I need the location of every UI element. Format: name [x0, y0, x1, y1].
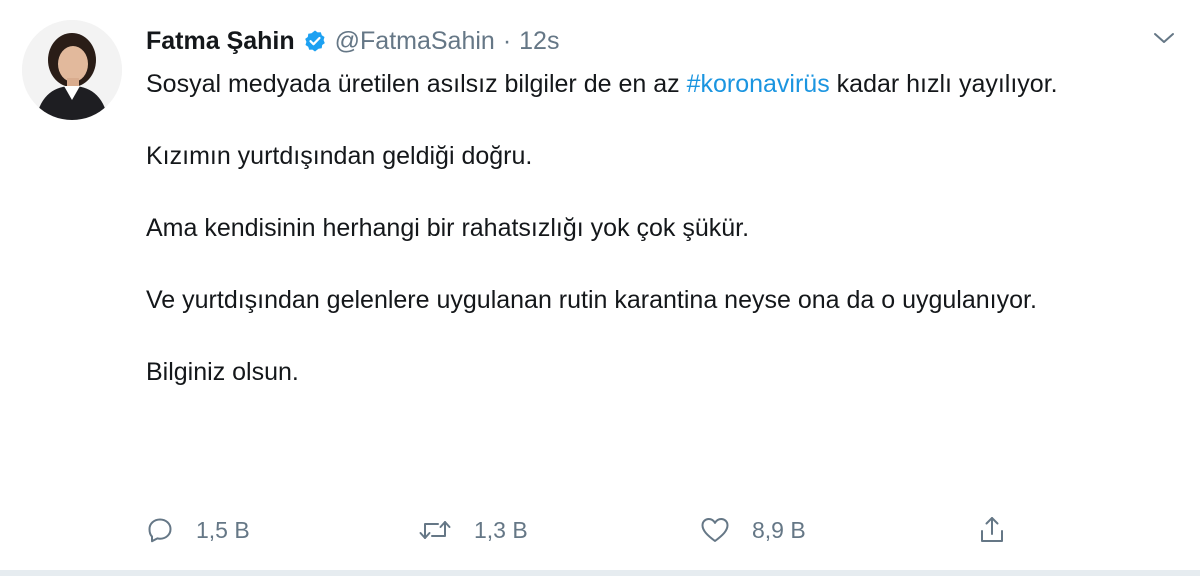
like-count: 8,9 B	[752, 516, 806, 543]
divider	[0, 570, 1200, 576]
tweet-paragraph-2: Kızımın yurtdışından geldiği doğru.	[146, 142, 533, 170]
avatar-image	[22, 20, 122, 120]
tweet-paragraph-1: Sosyal medyada üretilen asılsız bilgiler…	[146, 66, 1146, 102]
heart-icon	[700, 516, 730, 544]
reply-count: 1,5 B	[196, 516, 250, 543]
tweet-text: Sosyal medyada üretilen asılsız bilgiler…	[146, 66, 1146, 390]
author-handle[interactable]: @FatmaSahin	[335, 24, 495, 58]
tweet-header: Fatma Şahin @FatmaSahin · 12s	[146, 24, 559, 58]
hashtag-link[interactable]: #koronavirüs	[687, 70, 830, 98]
reply-icon	[146, 516, 174, 544]
share-icon	[978, 515, 1006, 545]
tweet-card: Fatma Şahin @FatmaSahin · 12s Sosyal med…	[0, 0, 1200, 576]
tweet-text-segment: kadar hızlı yayılıyor.	[829, 70, 1058, 98]
retweet-count: 1,3 B	[474, 516, 528, 543]
header-separator: ·	[502, 27, 512, 55]
tweet-paragraph-4: Ve yurtdışından gelenlere uygulanan ruti…	[146, 286, 1037, 314]
avatar[interactable]	[22, 20, 122, 120]
reply-button[interactable]: 1,5 B	[146, 510, 250, 550]
like-button[interactable]: 8,9 B	[700, 510, 806, 550]
tweet-text-segment: Sosyal medyada üretilen asılsız bilgiler…	[146, 70, 687, 98]
retweet-icon	[418, 516, 452, 544]
tweet-actions: 1,5 B 1,3 B 8,9 B	[146, 510, 1026, 550]
tweet-paragraph-3: Ama kendisinin herhangi bir rahatsızlığı…	[146, 214, 750, 242]
retweet-button[interactable]: 1,3 B	[418, 510, 528, 550]
tweet-timestamp[interactable]: 12s	[519, 24, 559, 58]
verified-badge-icon	[303, 29, 327, 53]
tweet-paragraph-5: Bilginiz olsun.	[146, 358, 299, 386]
chevron-down-icon[interactable]	[1150, 24, 1178, 52]
author-name[interactable]: Fatma Şahin	[146, 24, 295, 58]
share-button[interactable]	[978, 510, 1006, 550]
